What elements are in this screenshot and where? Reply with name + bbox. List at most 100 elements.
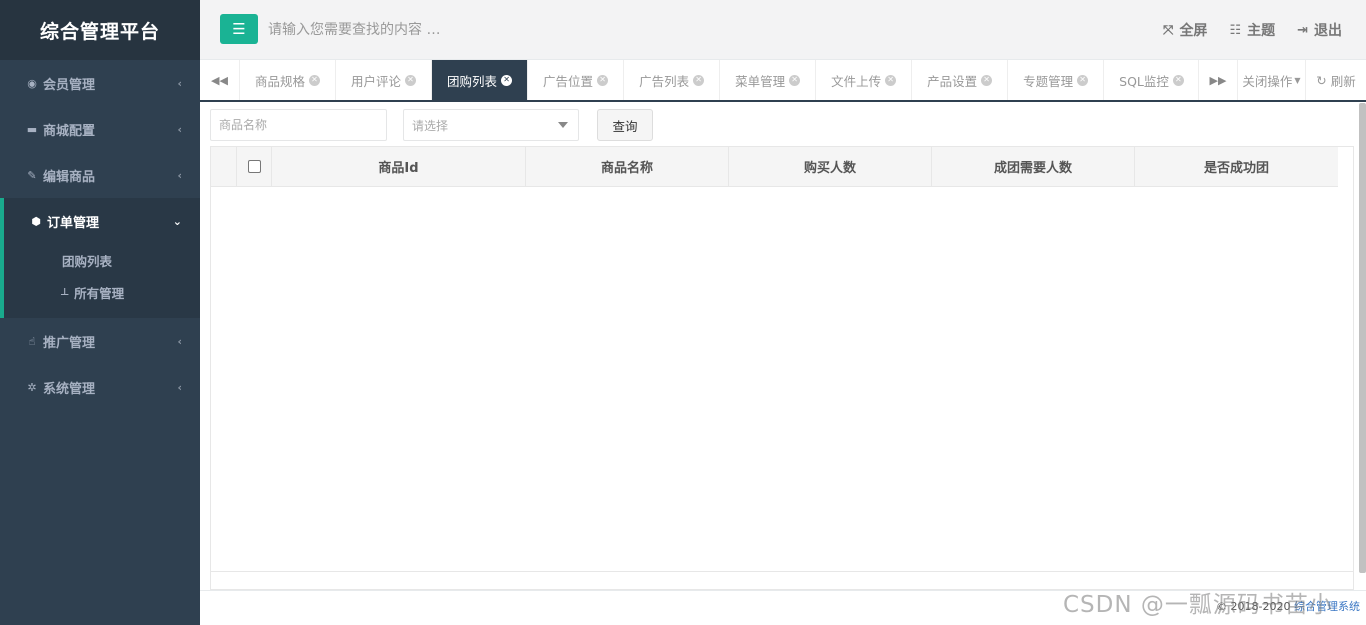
pagination [211, 571, 1353, 589]
tab-bar: ◀◀ 商品规格 ✕ 用户评论 ✕ 团购列表 ✕ 广告位置 ✕ 广告列表 ✕ 菜单… [200, 60, 1366, 102]
tab-product-settings[interactable]: 产品设置 ✕ [912, 60, 1009, 100]
tab-ad-list[interactable]: 广告列表 ✕ [624, 60, 721, 100]
goods-name-input[interactable] [210, 109, 387, 141]
tab-label: 菜单管理 [735, 73, 786, 89]
footer-link[interactable]: 综合管理系统 [1294, 600, 1360, 613]
sidebar-subitem-label: 所有管理 [74, 285, 125, 301]
logout-button[interactable]: ⇥ 退出 [1297, 20, 1342, 40]
close-icon[interactable]: ✕ [309, 74, 321, 86]
footer: © 2018-2020 综合管理系统 [200, 590, 1366, 625]
expand-icon: ⤧ [1163, 22, 1174, 38]
close-icon[interactable]: ✕ [405, 74, 417, 86]
sidebar-item-system[interactable]: ✲ 系统管理 ‹ [0, 364, 200, 410]
tab-label: 专题管理 [1023, 73, 1074, 89]
forward-icon: ▶▶ [1209, 73, 1227, 87]
tab-goods-spec[interactable]: 商品规格 ✕ [240, 60, 337, 100]
top-actions: ⤧ 全屏 ☷ 主题 ⇥ 退出 [1163, 0, 1342, 60]
close-icon[interactable]: ✕ [789, 74, 801, 86]
status-select[interactable]: 请选择 [403, 109, 579, 141]
gear-icon: ✲ [27, 380, 37, 394]
tab-menu-manage[interactable]: 菜单管理 ✕ [720, 60, 817, 100]
tab-topic-manage[interactable]: 专题管理 ✕ [1008, 60, 1105, 100]
sidebar-subitem-group-buy[interactable]: 团购列表 [4, 244, 200, 276]
fullscreen-button[interactable]: ⤧ 全屏 [1163, 20, 1207, 40]
theme-label: 主题 [1247, 23, 1276, 39]
refresh-button[interactable]: ↻ 刷新 [1306, 60, 1366, 100]
sidebar-subitem-label: 团购列表 [62, 253, 113, 269]
table-header-spacer [211, 147, 237, 186]
sidebar-item-label: 商城配置 [43, 123, 96, 139]
chevron-down-icon: ⌄ [172, 214, 182, 228]
sidebar-item-mall-config[interactable]: ▬ 商城配置 ‹ [0, 106, 200, 152]
theme-button[interactable]: ☷ 主题 [1229, 20, 1275, 40]
page-scrollbar[interactable] [1359, 103, 1366, 573]
sidebar-item-orders[interactable]: ⬢ 订单管理 ⌄ [4, 198, 200, 244]
sidebar-item-members[interactable]: ◉ 会员管理 ‹ [0, 60, 200, 106]
sidebar-item-promotion[interactable]: ☝ 推广管理 ‹ [0, 318, 200, 364]
close-icon[interactable]: ✕ [981, 74, 993, 86]
sidebar-item-label: 编辑商品 [43, 169, 96, 185]
column-header-buyers[interactable]: 购买人数 [729, 147, 932, 186]
sidebar-item-label: 会员管理 [43, 77, 96, 93]
select-placeholder: 请选择 [412, 118, 449, 133]
column-header-goods-id[interactable]: 商品Id [272, 147, 526, 186]
sidebar-item-edit-goods[interactable]: ✎ 编辑商品 ‹ [0, 152, 200, 198]
close-operations-label: 关闭操作 [1242, 73, 1293, 89]
tab-list: 商品规格 ✕ 用户评论 ✕ 团购列表 ✕ 广告位置 ✕ 广告列表 ✕ 菜单管理 … [240, 60, 1198, 100]
close-operations-dropdown[interactable]: 关闭操作 ▼ [1238, 60, 1306, 100]
tab-label: SQL监控 [1119, 73, 1169, 89]
select-all-cell [237, 147, 272, 186]
hamburger-icon: ☰ [232, 20, 246, 38]
tab-scroll-right-button[interactable]: ▶▶ [1198, 60, 1238, 100]
column-header-success[interactable]: 是否成功团 [1135, 147, 1338, 186]
list-icon: ☷ [1229, 22, 1242, 38]
footer-copyright: © 2018-2020 综合管理系统 [1216, 598, 1360, 614]
chevron-left-icon: ‹ [177, 334, 182, 348]
refresh-label: 刷新 [1330, 73, 1356, 89]
tab-scroll-left-button[interactable]: ◀◀ [200, 60, 240, 100]
close-icon[interactable]: ✕ [885, 74, 897, 86]
edit-icon: ✎ [27, 168, 37, 182]
user-circle-icon: ◉ [27, 76, 37, 90]
tab-user-comments[interactable]: 用户评论 ✕ [336, 60, 433, 100]
sidebar-group-orders: ⬢ 订单管理 ⌄ 团购列表 ⊥ 所有管理 [0, 198, 200, 318]
sidebar-item-label: 推广管理 [43, 335, 96, 351]
chevron-left-icon: ‹ [177, 168, 182, 182]
query-button[interactable]: 查询 [597, 109, 653, 141]
chevron-left-icon: ‹ [177, 122, 182, 136]
sidebar-submenu: 团购列表 ⊥ 所有管理 [4, 244, 200, 318]
close-icon[interactable]: ✕ [1172, 74, 1184, 86]
sidebar-item-label: 系统管理 [43, 381, 96, 397]
close-icon[interactable]: ✕ [1077, 74, 1089, 86]
tab-label: 商品规格 [255, 73, 306, 89]
hand-icon: ☝ [28, 334, 36, 348]
tab-ad-position[interactable]: 广告位置 ✕ [528, 60, 625, 100]
column-header-goods-name[interactable]: 商品名称 [526, 147, 729, 186]
cart-icon: ▬ [26, 122, 38, 136]
close-icon[interactable]: ✕ [597, 74, 609, 86]
tab-group-buy-list[interactable]: 团购列表 ✕ [432, 60, 529, 100]
sidebar-subitem-all-manage[interactable]: ⊥ 所有管理 [4, 276, 200, 308]
chevron-left-icon: ‹ [177, 76, 182, 90]
search-input[interactable] [268, 16, 688, 44]
close-icon[interactable]: ✕ [501, 74, 513, 86]
sidebar-item-label: 订单管理 [47, 215, 100, 231]
menu-toggle-button[interactable]: ☰ [220, 14, 258, 44]
copyright-text: © 2018-2020 [1216, 600, 1294, 613]
tab-label: 广告列表 [639, 73, 690, 89]
close-icon[interactable]: ✕ [693, 74, 705, 86]
sign-out-icon: ⇥ [1297, 22, 1308, 38]
select-all-checkbox[interactable] [247, 160, 261, 173]
table-header: 商品Id 商品名称 购买人数 成团需要人数 是否成功团 [211, 147, 1338, 187]
refresh-icon: ↻ [1316, 72, 1327, 88]
tab-sql-monitor[interactable]: SQL监控 ✕ [1104, 60, 1198, 100]
tab-label: 产品设置 [927, 73, 978, 89]
tab-file-upload[interactable]: 文件上传 ✕ [816, 60, 913, 100]
tab-bar-right: ▶▶ 关闭操作 ▼ ↻ 刷新 [1198, 60, 1366, 100]
sidebar: 综合管理平台 ◉ 会员管理 ‹ ▬ 商城配置 ‹ ✎ 编辑商品 ‹ ⬢ 订单管理… [0, 0, 200, 625]
tab-label: 广告位置 [543, 73, 594, 89]
column-header-required[interactable]: 成团需要人数 [932, 147, 1135, 186]
caret-down-icon: ▼ [1294, 75, 1301, 85]
tab-label: 团购列表 [447, 73, 498, 89]
tab-label: 用户评论 [351, 73, 402, 89]
